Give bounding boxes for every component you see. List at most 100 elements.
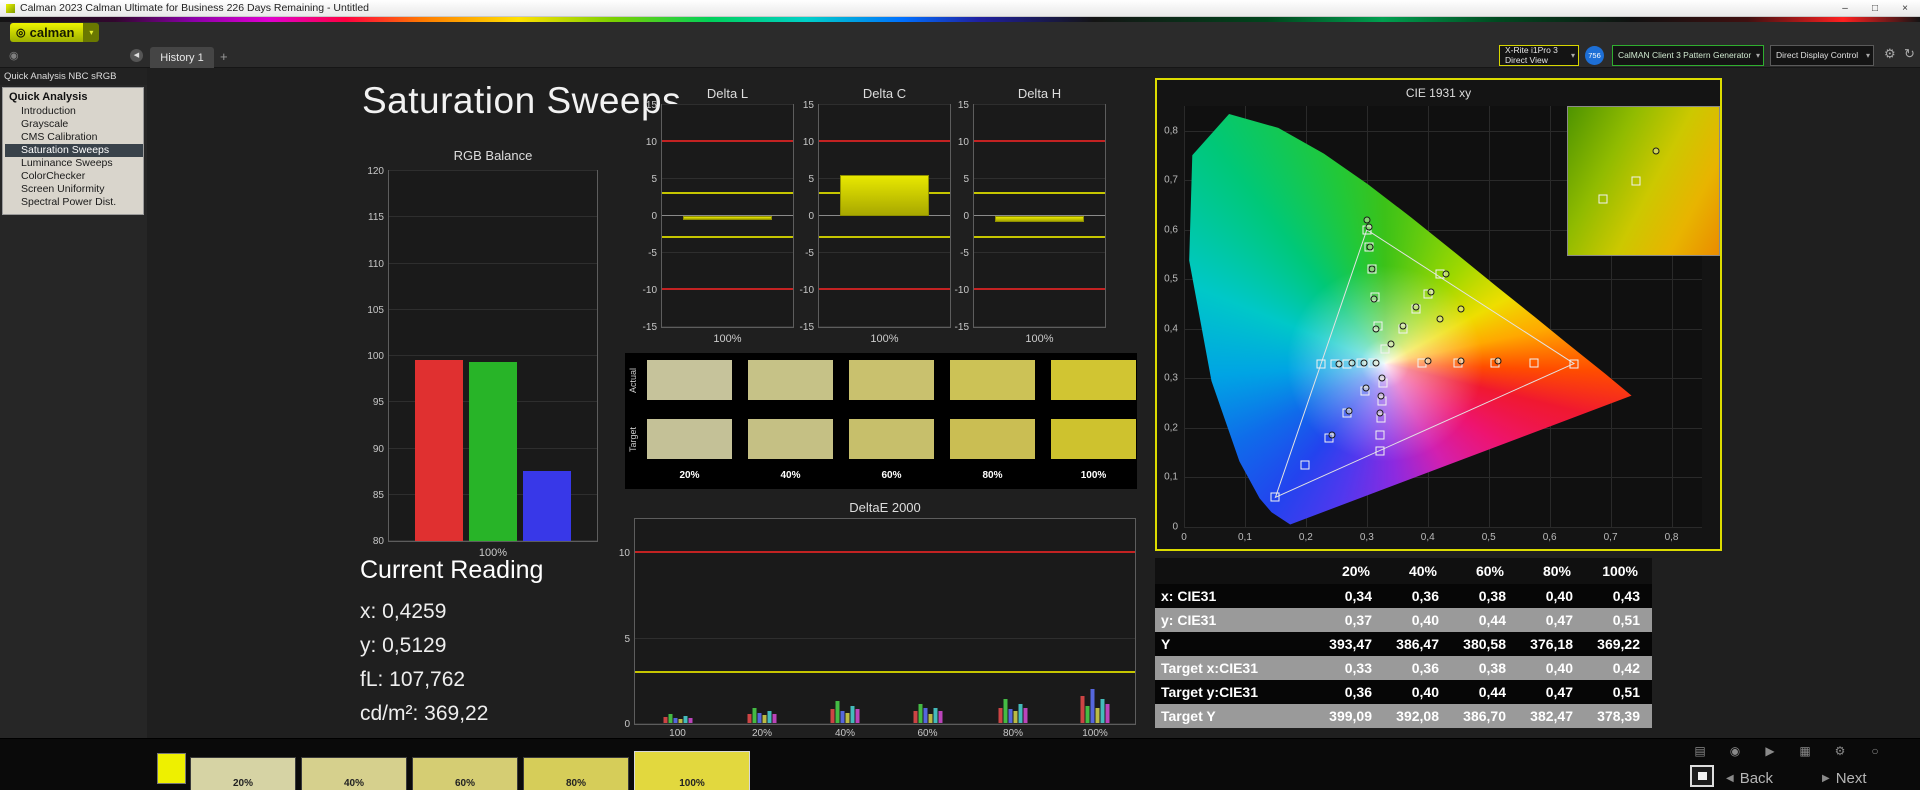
deltae-bar [850, 705, 855, 723]
sidebar-item-colorchecker[interactable]: ColorChecker [5, 170, 143, 183]
meter-dropdown[interactable]: X-Rite i1Pro 3 Direct View ▾ [1499, 45, 1579, 66]
workflow-tree: Quick Analysis Introduction Grayscale CMS … [2, 87, 144, 215]
minimize-button[interactable]: – [1830, 3, 1860, 14]
limit-line-yellow [819, 236, 950, 239]
x-axis-tick: 0 [1181, 532, 1187, 543]
swatch-col-labels: 20% 40% 60% 80% 100% [647, 470, 1136, 481]
calman-logo-icon: ◎ [16, 27, 26, 39]
sidebar-item-spectral-power-dist-[interactable]: Spectral Power Dist. [5, 196, 143, 209]
add-tab-button[interactable]: + [220, 49, 228, 64]
table-row: x: CIE31 0,34 0,36 0,38 0,40 0,43 [1155, 584, 1652, 608]
table-cell-value: 0,43 [1612, 588, 1640, 604]
meter-icon[interactable]: ◉ [1727, 744, 1743, 758]
limit-line-red [819, 288, 950, 291]
deltae-bar [933, 707, 937, 723]
sidebar-item-cms-calibration[interactable]: CMS Calibration [5, 131, 143, 144]
target-swatch-80% [950, 419, 1035, 459]
reading-y: y: 0,5129 [360, 634, 447, 657]
x-axis-tick: 0,2 [1298, 532, 1313, 543]
calman-logo-text: calman [29, 25, 75, 40]
table-cell-value: 0,34 [1344, 588, 1372, 604]
deltae-group [663, 518, 692, 723]
table-cell-value: 0,40 [1411, 684, 1439, 700]
workflow-root[interactable]: Quick Analysis [5, 90, 143, 105]
bottom-icons: ▤ ◉ ▶ ▦ ⚙ ○ [1692, 744, 1883, 758]
current-reading: Current Reading x: 0,4259 y: 0,5129 fL: … [360, 556, 543, 731]
table-row: Target Y 399,09 392,08 386,70 382,47 378,39 [1155, 704, 1652, 728]
power-icon[interactable]: ○ [1867, 744, 1883, 758]
actual-swatch-80% [950, 360, 1035, 400]
pattern-window-button[interactable] [1690, 765, 1714, 787]
chevron-down-icon: ▾ [1755, 51, 1760, 60]
x-axis-tick: 0,3 [1359, 532, 1374, 543]
table-cell-value: 0,40 [1545, 660, 1573, 676]
cie-measured-marker [1427, 288, 1435, 296]
tab-history-1[interactable]: History 1 [150, 47, 214, 68]
pattern-generator-dropdown[interactable]: CalMAN Client 3 Pattern Generator ▾ [1612, 45, 1764, 66]
y-axis-tick: 0 [963, 211, 969, 222]
pattern-swatch-60%[interactable]: 60% [412, 757, 518, 790]
settings-icon[interactable]: ⚙ [1832, 744, 1848, 758]
sidebar-item-grayscale[interactable]: Grayscale [5, 118, 143, 131]
deltae-group [913, 518, 942, 723]
sidebar-item-saturation-sweeps[interactable]: Saturation Sweeps [5, 144, 143, 157]
pattern-swatch-40%[interactable]: 40% [301, 757, 407, 790]
cie-measured-marker [1348, 359, 1356, 367]
reading-fl: fL: 107,762 [360, 668, 466, 691]
settings-gear-icon[interactable]: ⚙ [1884, 46, 1896, 62]
grid-line [974, 104, 1105, 105]
deltae-bar [757, 712, 762, 723]
saturation-data-table: 20% 40% 60% 80% 100% x: CIE31 0,34 0,36 0,38 0,4… [1155, 558, 1652, 728]
logo-dropdown-icon[interactable]: ▾ [83, 23, 100, 42]
table-row-label: Y [1161, 636, 1171, 652]
delta-h-plot: 15 10 5 0 -5 -10 -15 [955, 100, 1106, 333]
maximize-button[interactable]: □ [1860, 3, 1890, 14]
cie-measured-marker [1372, 359, 1380, 367]
limit-line-yellow [662, 191, 793, 194]
play-icon[interactable]: ▶ [1762, 744, 1778, 758]
delta-l-bar [682, 216, 773, 220]
app-menu-icon[interactable]: ◉ [9, 49, 19, 62]
pattern-swatch-100%[interactable]: 100% [634, 751, 750, 790]
y-axis-tick: 15 [957, 100, 969, 111]
sidebar-item-luminance-sweeps[interactable]: Luminance Sweeps [5, 157, 143, 170]
meter-status-badge[interactable]: 756 [1585, 46, 1604, 65]
grid-line [819, 252, 950, 254]
sidebar-collapse-button[interactable]: ◀ [130, 49, 143, 62]
pattern-window-icon [1697, 772, 1707, 780]
grid-line [635, 723, 1135, 724]
deltae-title: DeltaE 2000 [849, 500, 921, 515]
swatch-col-label: 80% [982, 470, 1003, 481]
table-row-label: y: CIE31 [1161, 612, 1217, 628]
meter-mode: Direct View [1505, 54, 1548, 65]
display-control-dropdown[interactable]: Direct Display Control ▾ [1770, 45, 1874, 66]
delta-l-xlabel: 100% [713, 333, 742, 345]
display-icon[interactable]: ▤ [1692, 744, 1708, 758]
sidebar-item-introduction[interactable]: Introduction [5, 105, 143, 118]
calman-logo-menu[interactable]: ◎ calman ▾ [10, 23, 100, 42]
pattern-swatch-80%[interactable]: 80% [523, 757, 629, 790]
y-axis-tick: 5 [651, 174, 657, 186]
sidebar-item-screen-uniformity[interactable]: Screen Uniformity [5, 183, 143, 196]
refresh-icon[interactable]: ↻ [1904, 46, 1915, 62]
back-button[interactable]: ◀ Back [1726, 766, 1773, 790]
y-axis-tick: 0 [808, 211, 814, 222]
cie-table-head: 20% 40% 60% 80% 100% [1155, 558, 1652, 584]
saturation-swatch-panel: Actual Target 20% 40% 60% 80% 100% [625, 353, 1137, 489]
next-button[interactable]: ▶ Next [1822, 766, 1867, 790]
cie-measured-marker [1387, 340, 1395, 348]
deltae-bar [918, 704, 922, 723]
y-axis-tick: 115 [368, 212, 384, 224]
cie-measured-marker [1376, 409, 1384, 417]
deltae-bar [1003, 699, 1008, 723]
bottom-mini-swatch[interactable] [157, 753, 186, 784]
y-axis-tick: 5 [808, 174, 814, 186]
pattern-swatch-20%[interactable]: 20% [190, 757, 296, 790]
y-axis-tick: 90 [372, 443, 384, 455]
x-axis-tick: 0,4 [1420, 532, 1435, 543]
close-button[interactable]: × [1890, 3, 1920, 14]
actual-swatch-100% [1051, 360, 1136, 400]
x-axis-tick: 0,8 [1664, 532, 1679, 543]
grid-icon[interactable]: ▦ [1797, 744, 1813, 758]
swatch-row-target [647, 419, 1136, 459]
